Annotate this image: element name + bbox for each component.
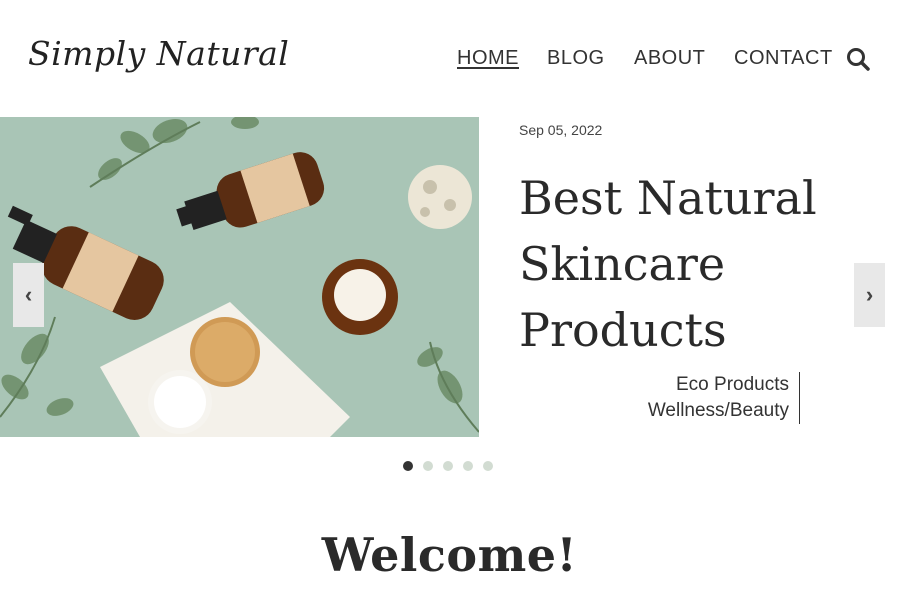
search-icon[interactable] — [845, 46, 871, 72]
category-link-wellness-beauty[interactable]: Wellness/Beauty — [560, 398, 789, 424]
category-link-eco-products[interactable]: Eco Products — [560, 372, 789, 398]
post-categories: Eco Products Wellness/Beauty — [560, 372, 800, 424]
welcome-heading: Welcome! — [321, 528, 578, 582]
slide-image[interactable] — [0, 117, 479, 437]
main-nav: HOME BLOG ABOUT CONTACT — [0, 46, 899, 72]
skincare-products-image — [0, 117, 479, 437]
post-title[interactable]: Best Natural Skincare Products — [519, 165, 839, 363]
nav-home[interactable]: HOME — [457, 46, 519, 70]
nav-blog[interactable]: BLOG — [547, 46, 605, 70]
slider-dot-5[interactable] — [483, 461, 493, 471]
nav-contact[interactable]: CONTACT — [734, 46, 833, 70]
slider-dot-1[interactable] — [403, 461, 413, 471]
slider-next-button[interactable]: › — [854, 263, 885, 327]
slider-dot-2[interactable] — [423, 461, 433, 471]
slider-prev-button[interactable]: ‹ — [13, 263, 44, 327]
slider-dot-3[interactable] — [443, 461, 453, 471]
nav-about[interactable]: ABOUT — [634, 46, 705, 70]
post-date: Sep 05, 2022 — [519, 122, 603, 138]
slider-dot-4[interactable] — [463, 461, 473, 471]
